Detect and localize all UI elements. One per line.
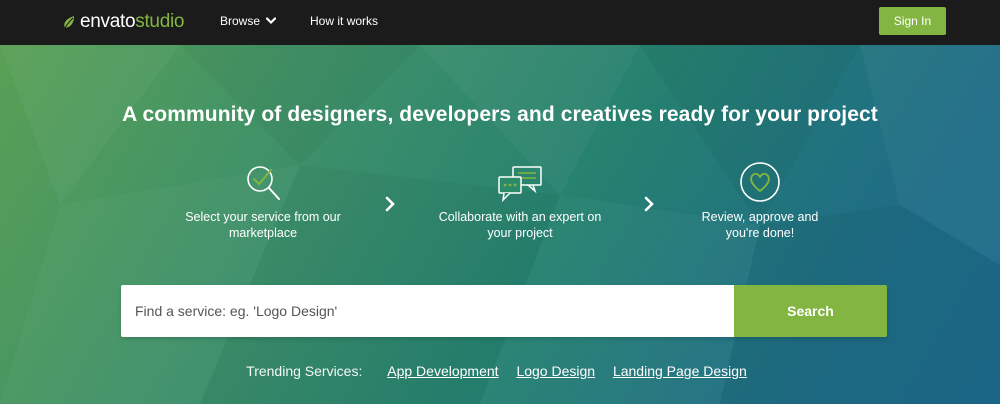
step-2-line2: your project <box>487 226 553 240</box>
envato-studio-logo[interactable]: envatostudio <box>62 10 184 34</box>
trending-link-logo-design[interactable]: Logo Design <box>516 363 595 379</box>
search-button[interactable]: Search <box>734 285 887 337</box>
trending-link-app-development[interactable]: App Development <box>387 363 498 379</box>
nav-how-it-works-label: How it works <box>310 14 379 28</box>
nav-browse[interactable]: Browse <box>220 14 277 28</box>
step-select-service: Select your service from our marketplace <box>163 163 363 241</box>
chevron-right-icon <box>644 196 654 212</box>
sign-in-button[interactable]: Sign In <box>879 7 946 35</box>
service-search: Search <box>121 285 887 337</box>
hero-headline: A community of designers, developers and… <box>122 103 878 126</box>
step-review-approve: Review, approve and you're done! <box>660 161 860 241</box>
step-1-line2: marketplace <box>228 226 298 240</box>
chevron-right-icon <box>385 196 395 212</box>
trending-link-landing-page-design[interactable]: Landing Page Design <box>613 363 747 379</box>
step-1-line1: Select your service from our <box>185 210 341 224</box>
step-2-line1: Collaborate with an expert on <box>438 210 602 224</box>
service-search-input[interactable] <box>121 285 734 337</box>
logo-text: envatostudio <box>80 11 185 32</box>
trending-services: Trending Services: App Development Logo … <box>0 363 1000 379</box>
trending-label: Trending Services: <box>246 363 363 379</box>
main-nav: Browse How it works <box>220 14 378 28</box>
chat-bubbles-icon <box>498 166 542 203</box>
heart-circle-icon <box>740 162 780 202</box>
step-collaborate: Collaborate with an expert on your proje… <box>420 165 620 241</box>
hero-section: A community of designers, developers and… <box>0 45 1000 404</box>
step-3-line2: you're done! <box>725 226 795 240</box>
leaf-icon <box>64 16 74 29</box>
top-navigation-bar: envatostudio Browse How it works Sign In <box>0 0 1000 45</box>
nav-how-it-works[interactable]: How it works <box>310 14 378 28</box>
step-3-line1: Review, approve and <box>701 210 819 224</box>
nav-browse-label: Browse <box>220 14 261 28</box>
search-check-icon <box>247 166 280 200</box>
chevron-down-icon <box>266 17 277 25</box>
